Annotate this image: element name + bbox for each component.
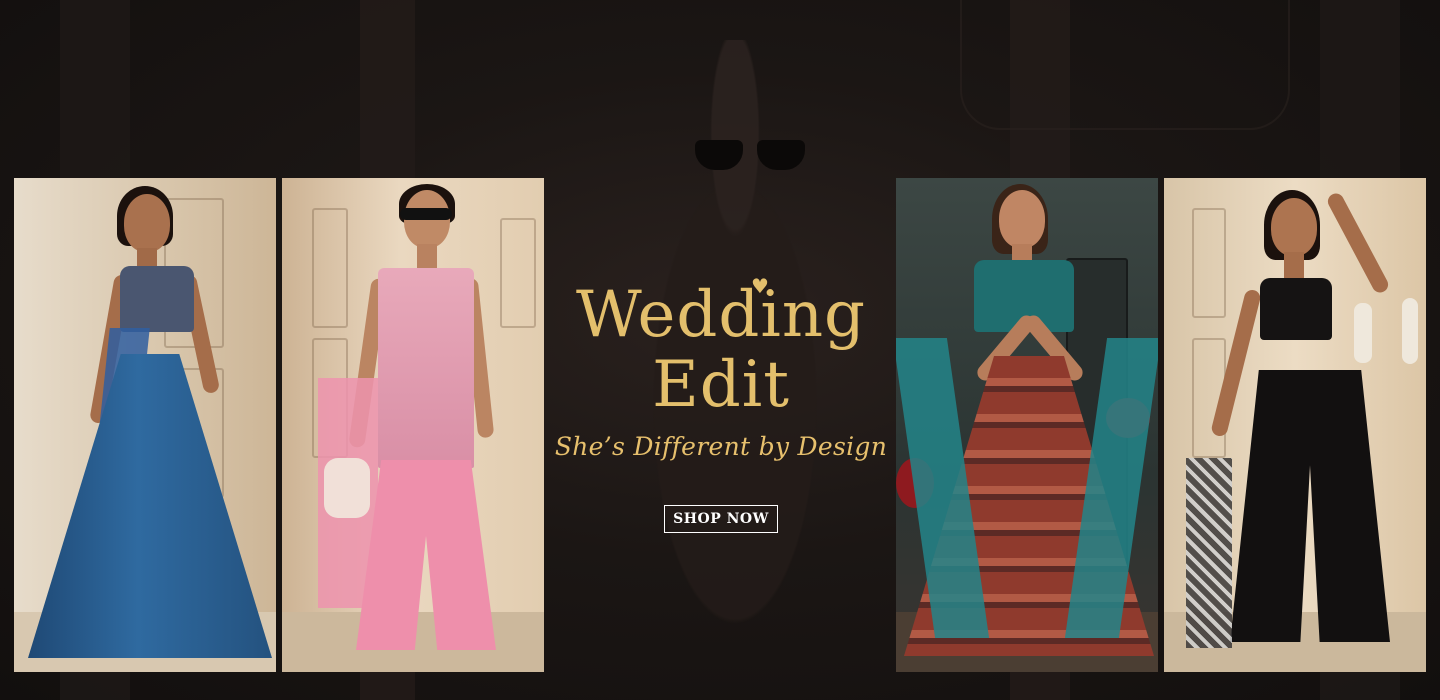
product-photo-blue-lehenga[interactable] bbox=[14, 178, 276, 672]
product-photo-black-palazzo[interactable] bbox=[1164, 178, 1426, 672]
product-photo-teal-lehenga[interactable] bbox=[896, 178, 1158, 672]
hero-title: Wedding ♥ Edit bbox=[575, 274, 867, 422]
shop-now-button[interactable]: SHOP NOW bbox=[664, 505, 778, 533]
product-photo-pink-sharara[interactable] bbox=[282, 178, 544, 672]
background-sunglasses bbox=[695, 140, 805, 176]
hero-copy: Wedding ♥ Edit She’s Different by Design… bbox=[548, 274, 894, 533]
hero-tagline: She’s Different by Design bbox=[554, 432, 888, 461]
hero-title-line2: Edit bbox=[652, 348, 790, 422]
heart-icon: ♥ bbox=[750, 274, 769, 298]
hero-title-line1: Wedding bbox=[575, 278, 867, 352]
hero-banner[interactable]: Wedding ♥ Edit She’s Different by Design… bbox=[0, 0, 1440, 700]
background-arch bbox=[960, 0, 1290, 130]
